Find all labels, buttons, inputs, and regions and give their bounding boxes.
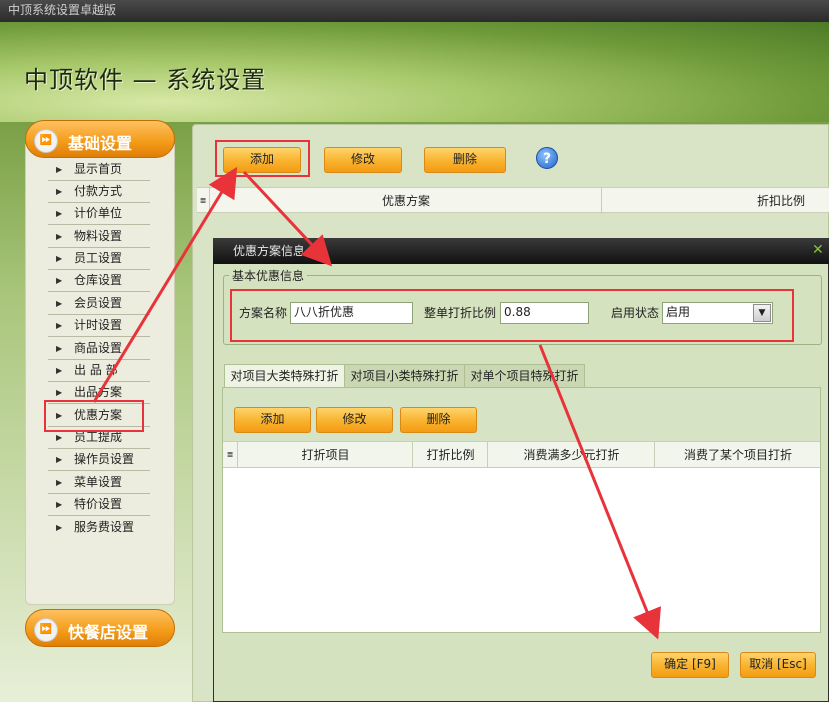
annotation-arrows	[92, 166, 661, 640]
arrow-to-basic-info	[242, 170, 333, 267]
arrow-to-add-button	[92, 166, 238, 403]
arrow-to-ok-button	[538, 344, 661, 640]
